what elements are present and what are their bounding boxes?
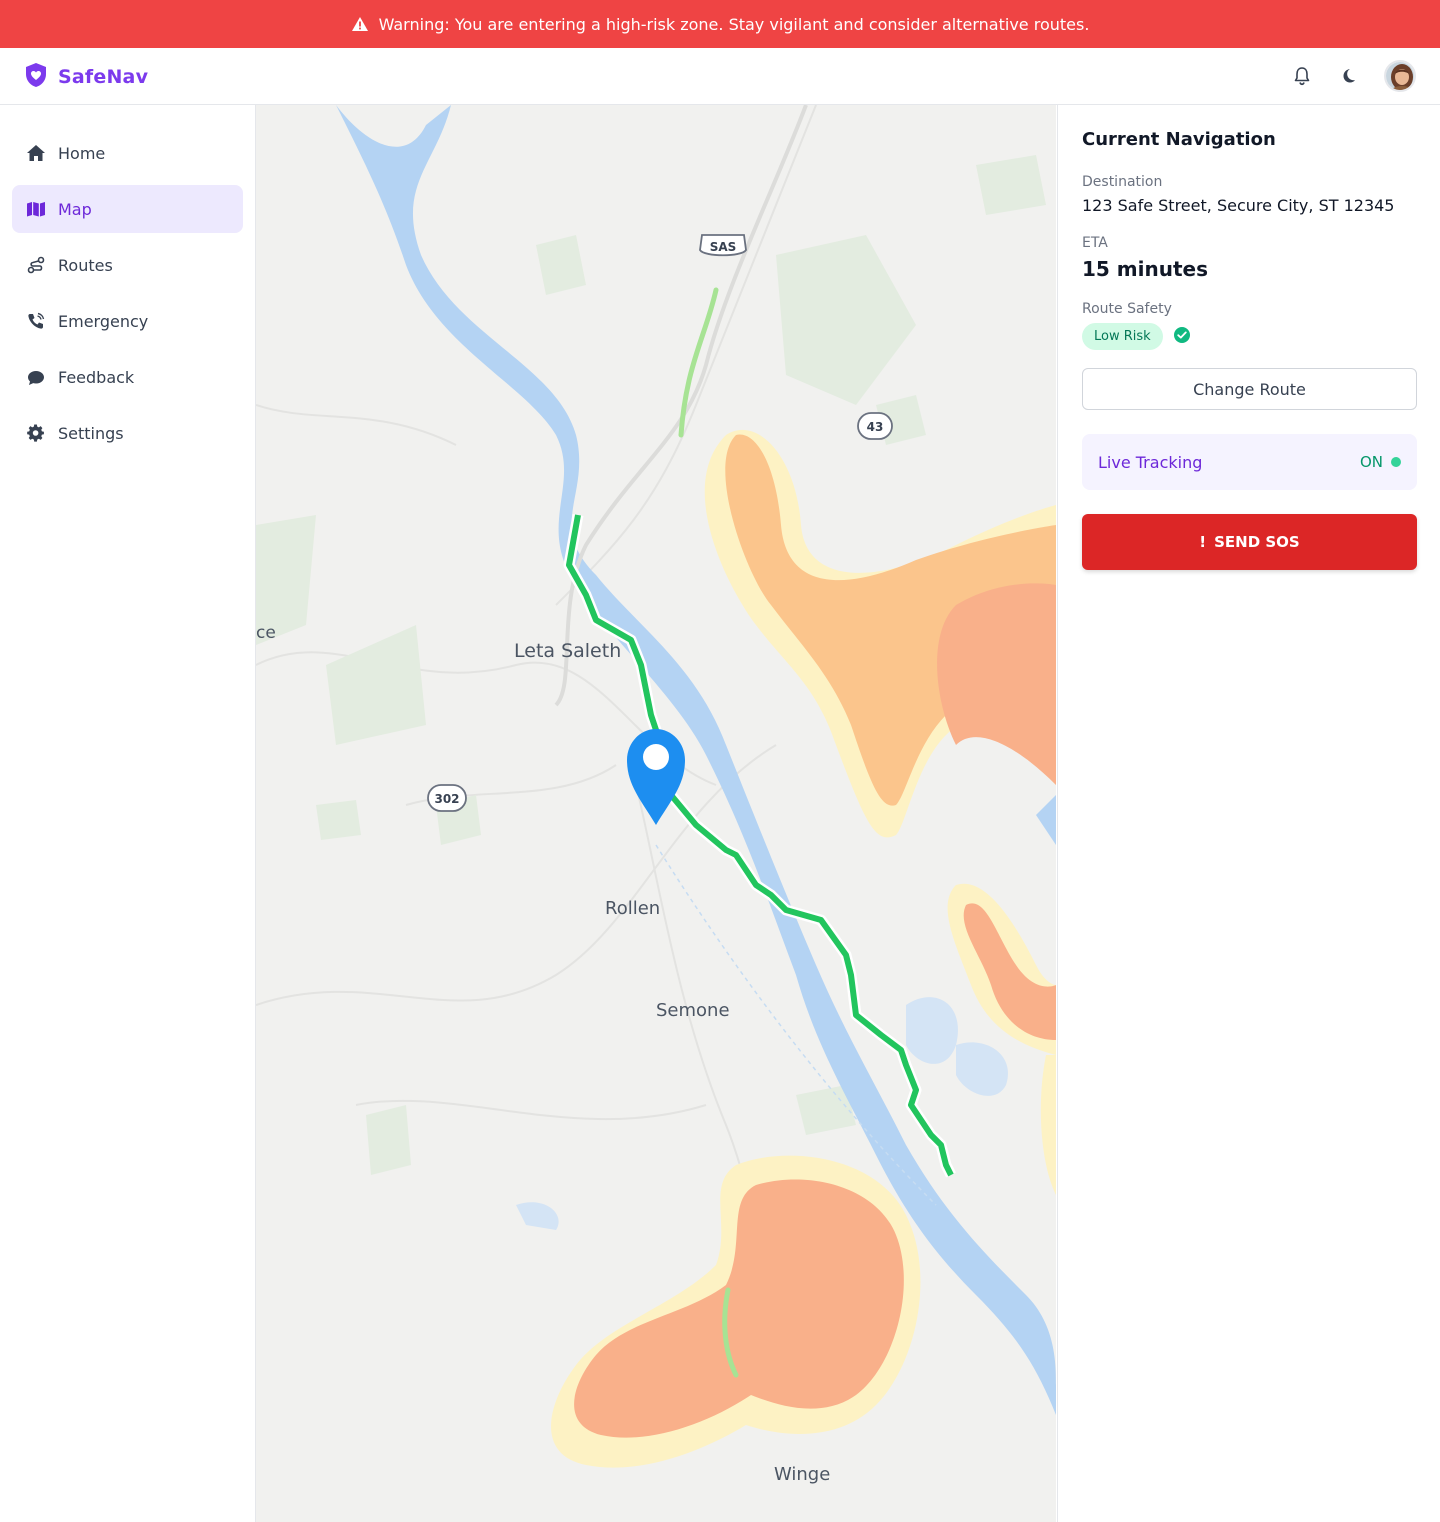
live-tracking-label: Live Tracking — [1098, 452, 1203, 472]
tracking-status: ON — [1359, 453, 1383, 471]
map-icon — [26, 199, 46, 219]
map-place-label: Winge — [774, 1464, 830, 1485]
road-shield: SAS — [699, 234, 747, 257]
chat-icon — [26, 367, 46, 387]
phone-icon — [26, 311, 46, 331]
status-dot — [1391, 457, 1401, 467]
map-view[interactable]: SAS 43 302 Leta Saleth Rollen Semone Win… — [256, 105, 1056, 1522]
map-place-label: Semone — [656, 1000, 730, 1021]
shield-heart-icon — [24, 62, 48, 92]
destination-value: 123 Safe Street, Secure City, ST 12345 — [1082, 196, 1395, 215]
panel-title: Current Navigation — [1082, 129, 1276, 150]
sidebar-item-label: Home — [58, 143, 106, 163]
sidebar: Home Map Routes Emergency Feedback Setti… — [0, 105, 256, 1522]
risk-badge: Low Risk — [1082, 323, 1163, 350]
road-shield: 43 — [857, 412, 893, 440]
gear-icon — [26, 423, 46, 443]
sidebar-item-map[interactable]: Map — [12, 185, 243, 233]
brand-name: SafeNav — [58, 66, 149, 88]
destination-label: Destination — [1082, 174, 1163, 190]
road-shield: 302 — [427, 784, 467, 812]
sidebar-item-label: Feedback — [58, 367, 135, 387]
route-safety-label: Route Safety — [1082, 301, 1172, 317]
sidebar-item-emergency[interactable]: Emergency — [12, 297, 243, 345]
svg-text:SAS: SAS — [710, 240, 737, 254]
sidebar-item-label: Routes — [58, 255, 113, 275]
sidebar-item-settings[interactable]: Settings — [12, 409, 243, 457]
bell-icon[interactable] — [1292, 66, 1312, 86]
sidebar-item-label: Emergency — [58, 311, 149, 331]
sidebar-item-home[interactable]: Home — [12, 129, 243, 177]
route-icon — [26, 255, 46, 275]
home-icon — [26, 143, 46, 163]
send-sos-button[interactable]: ! SEND SOS — [1082, 514, 1417, 570]
sidebar-item-routes[interactable]: Routes — [12, 241, 243, 289]
eta-label: ETA — [1082, 235, 1108, 251]
moon-icon[interactable] — [1338, 66, 1358, 86]
svg-text:43: 43 — [867, 420, 884, 434]
sos-label: SEND SOS — [1214, 533, 1300, 551]
sidebar-item-label: Map — [58, 199, 92, 219]
warning-banner: Warning: You are entering a high-risk zo… — [0, 0, 1440, 48]
map-place-label: Rollen — [605, 898, 660, 919]
top-navbar: SafeNav — [0, 48, 1440, 105]
alert-icon: ! — [1199, 533, 1207, 551]
navigation-panel: Current Navigation Destination 123 Safe … — [1057, 105, 1440, 1522]
map-place-label: Leta Saleth — [514, 640, 621, 662]
map-place-label: ce — [256, 623, 276, 643]
warning-triangle-icon — [351, 16, 369, 32]
user-avatar[interactable] — [1384, 60, 1416, 92]
check-circle-icon — [1173, 326, 1191, 348]
change-route-button[interactable]: Change Route — [1082, 368, 1417, 410]
svg-text:302: 302 — [434, 792, 459, 806]
sidebar-item-feedback[interactable]: Feedback — [12, 353, 243, 401]
live-tracking-toggle[interactable]: Live Tracking ON — [1082, 434, 1417, 490]
eta-value: 15 minutes — [1082, 257, 1208, 281]
brand-logo[interactable]: SafeNav — [24, 62, 148, 92]
warning-text: Warning: You are entering a high-risk zo… — [378, 14, 1090, 34]
sidebar-item-label: Settings — [58, 423, 124, 443]
